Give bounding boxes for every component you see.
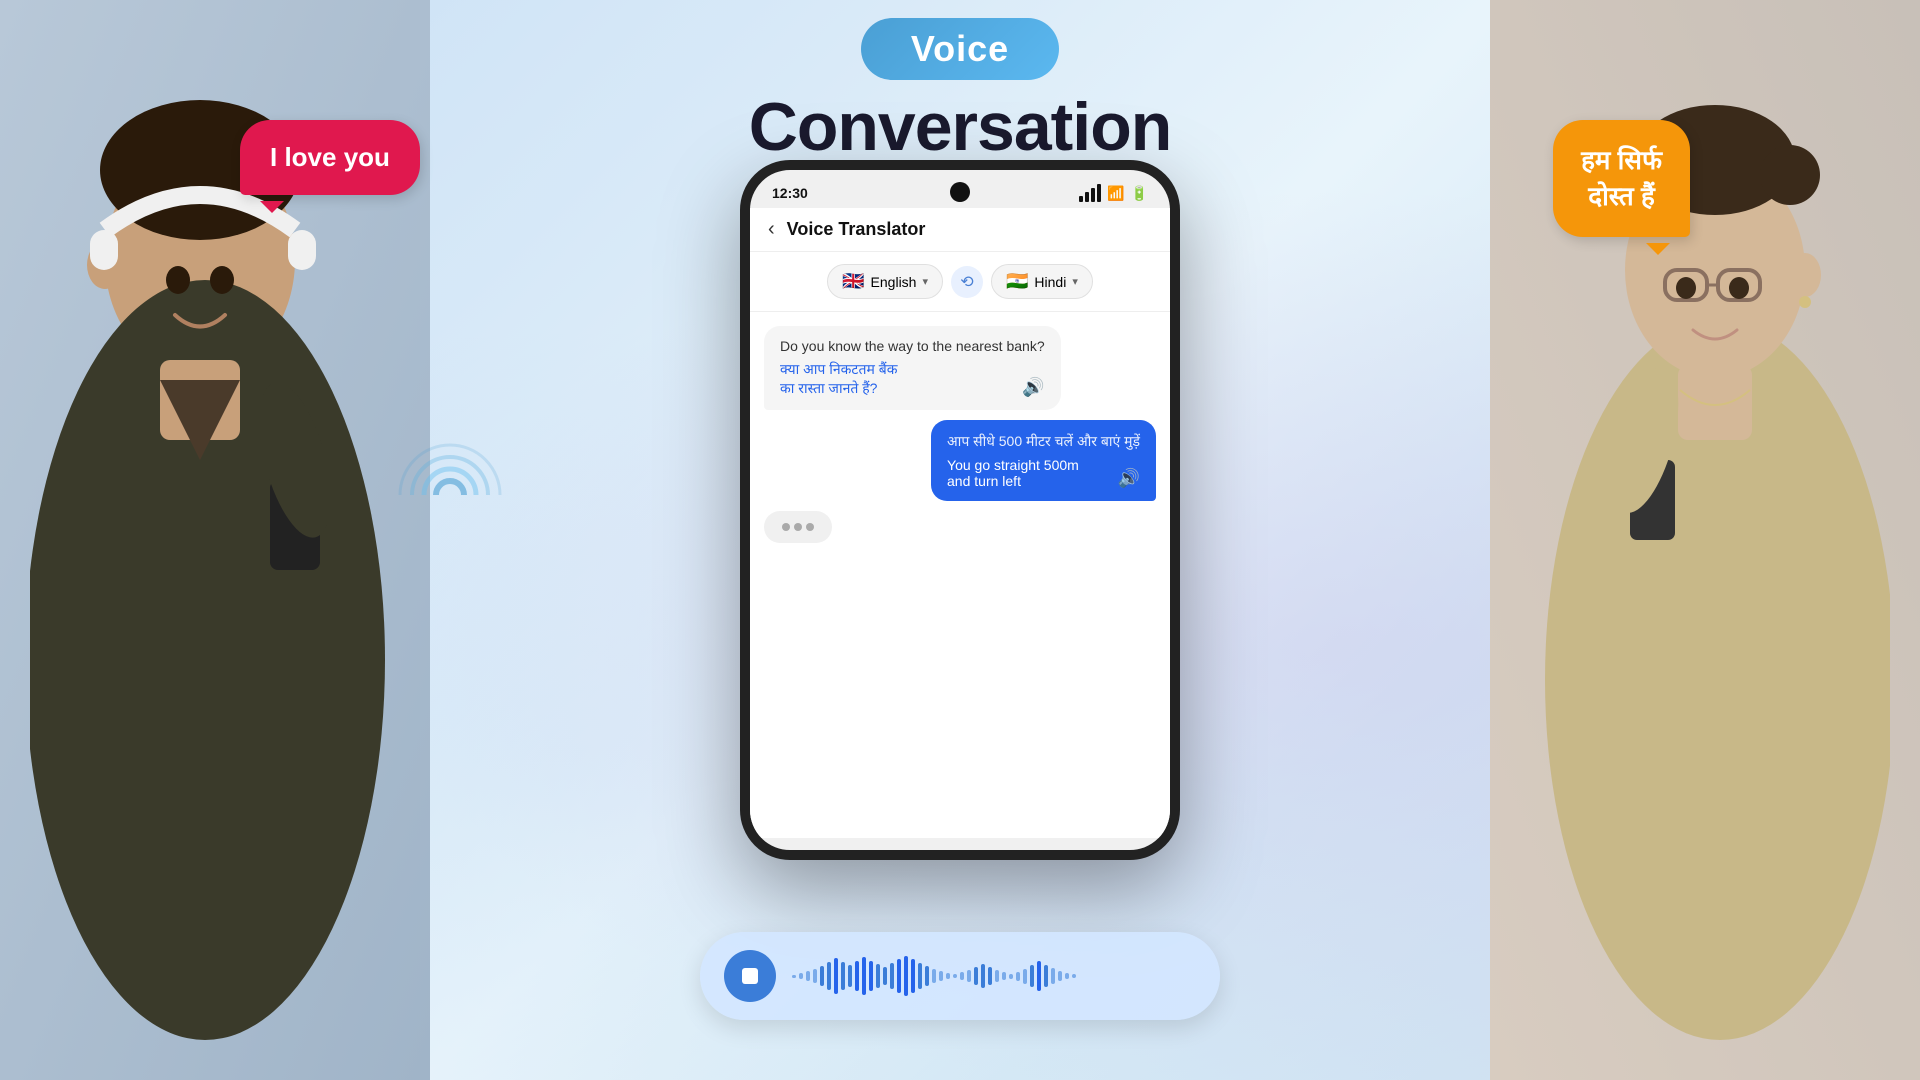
swap-languages-button[interactable]: ⟲ [951,266,983,298]
msg-sent-original: आप सीधे 500 मीटर चलें और बाएं मुड़ें [947,432,1140,451]
wave-bar [862,957,866,995]
wave-bar [848,965,852,987]
wave-bar [925,966,929,986]
wave-bar [1030,965,1034,987]
typing-indicator [764,511,832,543]
wave-bar [876,964,880,988]
person-left [30,80,410,1040]
phone-content: ‹ Voice Translator 🇬🇧 English ▾ ⟲ 🇮🇳 Hin… [750,208,1170,838]
wave-bar [1065,973,1069,979]
wave-bar [799,973,803,979]
message-sent-wrapper: आप सीधे 500 मीटर चलें और बाएं मुड़ें You… [931,420,1156,501]
msg-original-text: Do you know the way to the nearest bank? [780,338,1045,354]
stop-icon [742,968,758,984]
msg-sent-translated: You go straight 500mand turn left 🔊 [947,457,1140,489]
speaker-icon[interactable]: 🔊 [1022,377,1044,398]
lang-from-button[interactable]: 🇬🇧 English ▾ [827,264,943,299]
english-flag: 🇬🇧 [842,271,864,292]
phone-frame: 12:30 📶 🔋 ‹ Voice Translator [740,160,1180,860]
wave-bar [897,959,901,993]
wave-bar [939,971,943,981]
wave-bar [792,975,796,978]
wave-bar [911,959,915,993]
message-sent: आप सीधे 500 मीटर चलें और बाएं मुड़ें You… [931,420,1156,501]
phone-notch [950,182,970,202]
wave-bar [1023,969,1027,984]
wave-bar [1009,974,1013,979]
wave-bar [1051,968,1055,984]
typing-dot-2 [794,523,802,531]
typing-dot-1 [782,523,790,531]
wave-bar [869,961,873,991]
signal-icon [1079,184,1101,202]
lang-to-label: Hindi [1034,274,1066,290]
wave-bar [806,971,810,981]
lang-to-button[interactable]: 🇮🇳 Hindi ▾ [991,264,1093,299]
wave-bar [960,972,964,980]
sound-wave-decoration [395,440,505,550]
conversation-title: Conversation [749,88,1172,166]
wave-bar [1037,961,1041,991]
swap-icon: ⟲ [960,272,973,292]
phone-mockup: 12:30 📶 🔋 ‹ Voice Translator [740,160,1180,860]
wave-bar [1058,971,1062,981]
phone-header: ‹ Voice Translator [750,208,1170,252]
bubble-right: हम सिर्फ दोस्त हैं [1553,120,1690,237]
wave-bar [974,967,978,985]
wifi-icon: 📶 [1107,185,1124,202]
wave-bar [813,969,817,983]
wave-bar [967,970,971,982]
audio-waveform-bar [700,932,1220,1020]
wave-bar [953,974,957,978]
wave-bar [988,967,992,985]
bubble-left: I love you [240,120,420,195]
chat-area: Do you know the way to the nearest bank?… [750,312,1170,838]
back-button[interactable]: ‹ [768,218,775,241]
wave-bar [890,963,894,989]
wave-bar [904,956,908,996]
wave-bar [834,958,838,994]
wave-bar [946,973,950,979]
wave-bar [827,962,831,990]
wave-bar [841,962,845,990]
wave-bar [932,969,936,983]
typing-dot-3 [806,523,814,531]
waveform-display [792,956,1196,996]
lang-from-label: English [871,274,917,290]
speaker-icon-2[interactable]: 🔊 [1118,468,1140,489]
msg-translated-text: क्या आप निकटतम बैंकका रास्ता जानते हैं? [780,360,897,398]
battery-icon: 🔋 [1131,185,1148,202]
phone-title: Voice Translator [787,219,926,240]
chevron-down-icon-2: ▾ [1072,275,1078,288]
wave-bar [1002,972,1006,980]
time-display: 12:30 [772,185,808,201]
wave-bar [981,964,985,988]
language-selector: 🇬🇧 English ▾ ⟲ 🇮🇳 Hindi ▾ [750,252,1170,312]
voice-badge: Voice [861,18,1059,80]
wave-bar [918,963,922,989]
wave-bar [1072,974,1076,978]
wave-bar [855,961,859,991]
wave-bar [1044,965,1048,987]
chevron-down-icon: ▾ [922,275,928,288]
wave-bar [1016,972,1020,981]
wave-bar [820,966,824,986]
wave-bar [883,967,887,985]
wave-bar [995,970,999,982]
stop-recording-button[interactable] [724,950,776,1002]
message-received: Do you know the way to the nearest bank?… [764,326,1061,410]
hindi-flag: 🇮🇳 [1006,271,1028,292]
